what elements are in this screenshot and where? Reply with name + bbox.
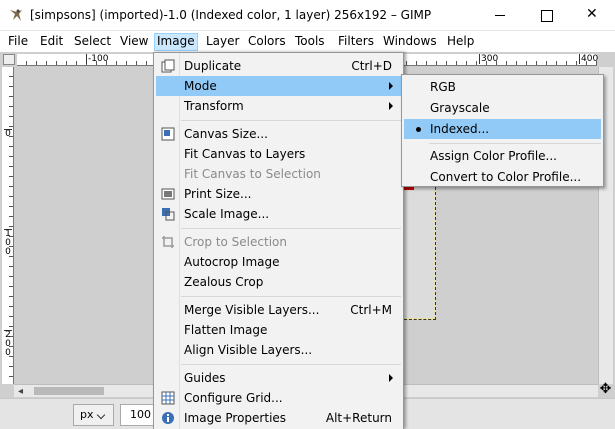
close-button[interactable]: ✕ (569, 0, 615, 31)
menu-item-label: Grayscale (430, 101, 490, 115)
menu-item-label: Configure Grid... (184, 391, 283, 405)
window-title: [simpsons] (imported)-1.0 (Indexed color… (30, 8, 432, 22)
menu-separator (181, 296, 401, 297)
ruler-label: 300 (479, 54, 499, 64)
ruler-label: 2 0 0 (4, 330, 12, 358)
menu-item-label: Fit Canvas to Selection (184, 167, 321, 181)
radio-check-icon (416, 127, 421, 132)
minimize-button[interactable] (477, 0, 523, 31)
mode-item-convert-to-color-profile[interactable]: Convert to Color Profile... (404, 167, 601, 187)
unit-select[interactable]: px (73, 404, 114, 426)
menu-item-label: Crop to Selection (184, 235, 287, 249)
maximize-button[interactable] (523, 0, 569, 31)
menu-file[interactable]: File (5, 33, 31, 51)
title-bar: [simpsons] (imported)-1.0 (Indexed color… (0, 0, 615, 31)
mode-item-rgb[interactable]: RGB (404, 77, 601, 97)
menu-image[interactable]: Image (154, 33, 198, 51)
canvas-size-icon (161, 127, 175, 141)
menu-separator (429, 143, 601, 144)
menu-item-label: Scale Image... (184, 207, 270, 221)
menu-item-label: Merge Visible Layers... (184, 303, 320, 317)
menu-item-label: Mode (184, 79, 217, 93)
navigate-icon[interactable]: ✥ (598, 382, 613, 397)
ruler-label: -100 (86, 54, 109, 64)
menu-item-label: Canvas Size... (184, 127, 268, 141)
mode-item-indexed[interactable]: Indexed... (404, 119, 601, 139)
menu-separator (181, 364, 401, 365)
menu-item-label: Print Size... (184, 187, 252, 201)
menu-item-duplicate[interactable]: Duplicate Ctrl+D (156, 56, 401, 76)
menu-filters[interactable]: Filters (335, 33, 377, 51)
menu-item-label: Fit Canvas to Layers (184, 147, 306, 161)
ruler-label: 400 (579, 54, 599, 64)
menu-item-label: Guides (184, 371, 226, 385)
info-icon (162, 412, 174, 424)
menu-select[interactable]: Select (71, 33, 114, 51)
menu-item-fit-canvas-to-layers[interactable]: Fit Canvas to Layers (156, 144, 401, 164)
menu-item-shortcut: Alt+Return (325, 411, 392, 425)
ruler-label: 1 0 0 (4, 229, 12, 257)
menu-item-label: Align Visible Layers... (184, 343, 313, 357)
duplicate-icon (161, 59, 175, 73)
menu-separator (181, 120, 401, 121)
vertical-ruler[interactable]: 0 1 0 0 2 0 0 (2, 67, 14, 384)
menu-item-print-size[interactable]: Print Size... (156, 184, 401, 204)
mode-item-grayscale[interactable]: Grayscale (404, 98, 601, 118)
menu-item-flatten-image[interactable]: Flatten Image (156, 320, 401, 340)
menu-item-label: Image Properties (184, 411, 287, 425)
menu-item-label: Indexed... (430, 122, 490, 136)
menu-item-autocrop-image[interactable]: Autocrop Image (156, 252, 401, 272)
close-icon: ✕ (586, 6, 598, 22)
crop-icon (162, 236, 174, 248)
mode-submenu: RGB Grayscale Indexed... Assign Color Profi… (401, 74, 604, 187)
menu-item-crop-to-selection: Crop to Selection (156, 232, 401, 252)
menu-item-merge-visible-layers[interactable]: Merge Visible Layers... Ctrl+M (156, 300, 401, 320)
menu-separator (181, 228, 401, 229)
menu-item-mode[interactable]: Mode (156, 76, 401, 96)
submenu-arrow-icon (389, 374, 393, 382)
menu-help[interactable]: Help (444, 33, 477, 51)
ruler-label: 0 (4, 129, 12, 139)
menu-item-label: Assign Color Profile... (430, 149, 557, 163)
menu-item-shortcut: Ctrl+M (350, 303, 392, 317)
submenu-arrow-icon (389, 82, 393, 90)
menu-item-configure-grid[interactable]: Configure Grid... (156, 388, 401, 408)
menu-item-canvas-size[interactable]: Canvas Size... (156, 124, 401, 144)
image-menu: Duplicate Ctrl+D Mode Transform Canvas Size.… (153, 52, 404, 429)
mode-item-assign-color-profile[interactable]: Assign Color Profile... (404, 146, 601, 166)
menu-item-label: Flatten Image (184, 323, 268, 337)
menu-windows[interactable]: Windows (380, 33, 440, 51)
menu-bar: File Edit Select View Image Layer Colors Tools F… (0, 31, 615, 52)
menu-item-transform[interactable]: Transform (156, 96, 401, 116)
menu-item-scale-image[interactable]: Scale Image... (156, 204, 401, 224)
scale-image-icon (162, 208, 175, 221)
menu-layer[interactable]: Layer (203, 33, 242, 51)
menu-item-zealous-crop[interactable]: Zealous Crop (156, 272, 401, 292)
menu-colors[interactable]: Colors (245, 33, 289, 51)
print-size-icon (161, 188, 175, 200)
gimp-app-icon (10, 9, 22, 21)
menu-item-label: Transform (184, 99, 244, 113)
menu-edit[interactable]: Edit (37, 33, 66, 51)
menu-item-label: Duplicate (184, 59, 242, 73)
menu-item-label: Autocrop Image (184, 255, 280, 269)
menu-item-image-properties[interactable]: Image Properties Alt+Return (156, 408, 401, 428)
menu-item-label: Convert to Color Profile... (430, 170, 582, 184)
quick-mask-toggle[interactable] (3, 54, 15, 65)
menu-item-guides[interactable]: Guides (156, 368, 401, 388)
scroll-left-arrow-icon[interactable]: ◂ (18, 386, 23, 397)
menu-item-label: Zealous Crop (184, 275, 264, 289)
scrollbar-thumb[interactable] (34, 387, 104, 395)
menu-view[interactable]: View (117, 33, 151, 51)
grid-icon (161, 391, 175, 405)
menu-item-align-visible-layers[interactable]: Align Visible Layers... (156, 340, 401, 360)
menu-item-fit-canvas-to-selection: Fit Canvas to Selection (156, 164, 401, 184)
menu-item-label: RGB (430, 80, 456, 94)
menu-item-shortcut: Ctrl+D (351, 59, 392, 73)
menu-tools[interactable]: Tools (292, 33, 328, 51)
submenu-arrow-icon (389, 102, 393, 110)
